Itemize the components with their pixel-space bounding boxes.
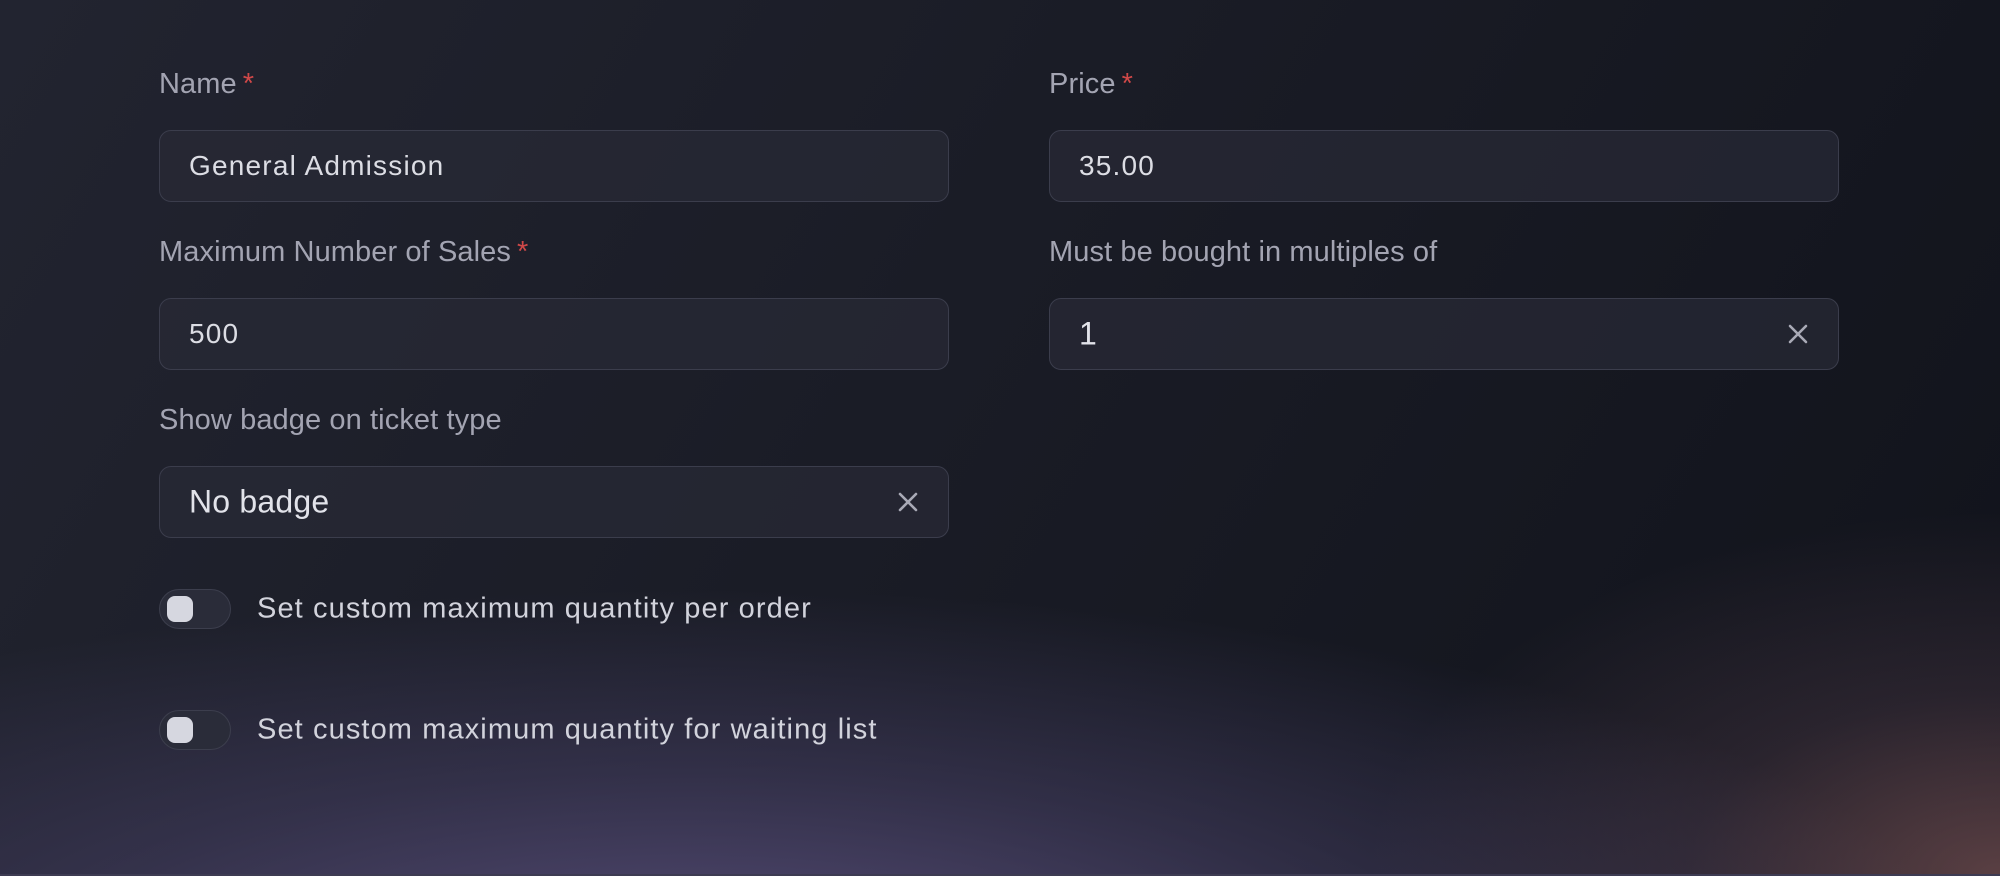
name-input[interactable]: General Admission [159, 130, 949, 202]
required-asterisk: * [1121, 68, 1133, 100]
toggle-knob [167, 596, 193, 622]
multiples-select[interactable]: 1 [1049, 298, 1839, 370]
price-input-value: 35.00 [1079, 150, 1156, 181]
price-label: Price * [1049, 68, 1133, 100]
max-per-order-row: Set custom maximum quantity per order [159, 589, 1159, 629]
waiting-list-toggle[interactable] [159, 710, 231, 750]
toggle-knob [167, 717, 193, 743]
name-input-value: General Admission [189, 150, 445, 181]
multiples-label: Must be bought in multiples of [1049, 236, 1438, 268]
badge-select-value: No badge [189, 483, 330, 520]
max-sales-input-value: 500 [189, 318, 240, 349]
max-per-order-toggle[interactable] [159, 589, 231, 629]
badge-field: Show badge on ticket type No badge [159, 406, 949, 538]
max-per-order-label: Set custom maximum quantity per order [257, 592, 812, 625]
close-icon[interactable] [896, 490, 920, 514]
price-input[interactable]: 35.00 [1049, 130, 1839, 202]
waiting-list-row: Set custom maximum quantity for waiting … [159, 710, 1159, 750]
waiting-list-label: Set custom maximum quantity for waiting … [257, 713, 878, 746]
badge-select[interactable]: No badge [159, 466, 949, 538]
badge-label: Show badge on ticket type [159, 404, 502, 436]
max-sales-label: Maximum Number of Sales * [159, 236, 529, 268]
max-sales-input[interactable]: 500 [159, 298, 949, 370]
multiples-field: Must be bought in multiples of 1 [1049, 238, 1839, 370]
required-asterisk: * [242, 68, 255, 100]
name-field: Name * General Admission [159, 70, 949, 202]
max-sales-field: Maximum Number of Sales * 500 [159, 238, 949, 370]
required-asterisk: * [517, 236, 529, 268]
price-field: Price * 35.00 [1049, 70, 1839, 202]
close-icon[interactable] [1786, 322, 1810, 346]
name-label: Name * [159, 68, 255, 100]
multiples-select-value: 1 [1079, 315, 1097, 352]
